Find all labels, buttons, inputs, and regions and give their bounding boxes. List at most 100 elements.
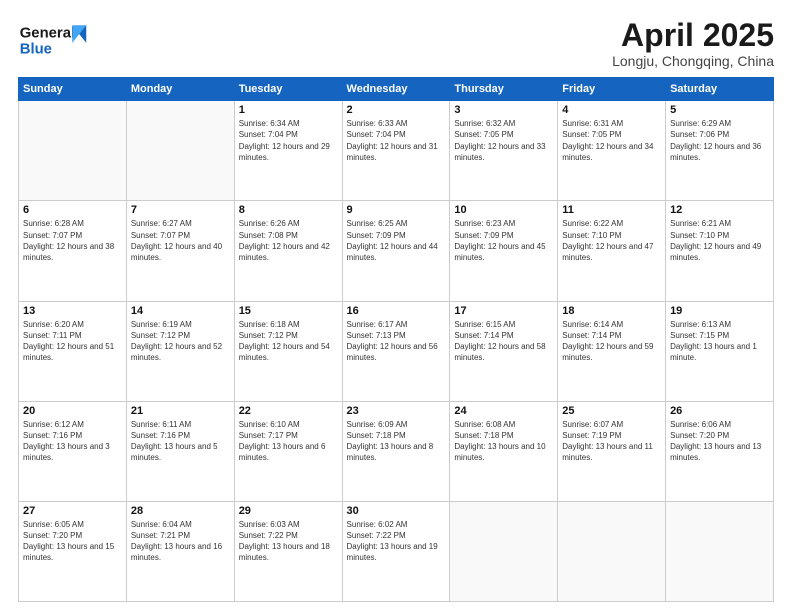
- day-number: 14: [131, 305, 230, 317]
- cell-info: Sunrise: 6:10 AMSunset: 7:17 PMDaylight:…: [239, 419, 338, 464]
- calendar-cell: 24 Sunrise: 6:08 AMSunset: 7:18 PMDayligh…: [450, 401, 558, 501]
- day-number: 2: [347, 104, 446, 116]
- cell-info: Sunrise: 6:26 AMSunset: 7:08 PMDaylight:…: [239, 218, 338, 263]
- calendar-cell: 1 Sunrise: 6:34 AMSunset: 7:04 PMDaylight…: [234, 101, 342, 201]
- cell-info: Sunrise: 6:17 AMSunset: 7:13 PMDaylight:…: [347, 319, 446, 364]
- location: Longju, Chongqing, China: [612, 53, 774, 69]
- svg-text:General: General: [20, 26, 75, 42]
- day-number: 11: [562, 204, 661, 216]
- cell-info: Sunrise: 6:29 AMSunset: 7:06 PMDaylight:…: [670, 118, 769, 163]
- day-number: 12: [670, 204, 769, 216]
- cell-info: Sunrise: 6:13 AMSunset: 7:15 PMDaylight:…: [670, 319, 769, 364]
- day-number: 16: [347, 305, 446, 317]
- day-number: 3: [454, 104, 553, 116]
- cell-info: Sunrise: 6:12 AMSunset: 7:16 PMDaylight:…: [23, 419, 122, 464]
- calendar-cell: 18 Sunrise: 6:14 AMSunset: 7:14 PMDayligh…: [558, 301, 666, 401]
- cell-info: Sunrise: 6:03 AMSunset: 7:22 PMDaylight:…: [239, 519, 338, 564]
- day-number: 7: [131, 204, 230, 216]
- calendar-cell: 21Sunrise: 6:11 AMSunset: 7:16 PMDayligh…: [126, 401, 234, 501]
- calendar-cell: 12Sunrise: 6:21 AMSunset: 7:10 PMDayligh…: [666, 201, 774, 301]
- calendar-week-row: 13 Sunrise: 6:20 AMSunset: 7:11 PMDayligh…: [19, 301, 774, 401]
- calendar-cell: [558, 501, 666, 601]
- calendar-week-row: 20Sunrise: 6:12 AMSunset: 7:16 PMDayligh…: [19, 401, 774, 501]
- cell-info: Sunrise: 6:22 AMSunset: 7:10 PMDaylight:…: [562, 218, 661, 263]
- day-number: 19: [670, 305, 769, 317]
- day-number: 28: [131, 505, 230, 517]
- day-number: 5: [670, 104, 769, 116]
- cell-info: Sunrise: 6:08 AMSunset: 7:18 PMDaylight:…: [454, 419, 553, 464]
- calendar-cell: 11 Sunrise: 6:22 AMSunset: 7:10 PMDayligh…: [558, 201, 666, 301]
- calendar-cell: 7 Sunrise: 6:27 AMSunset: 7:07 PMDaylight…: [126, 201, 234, 301]
- day-of-week-header: Saturday: [666, 78, 774, 101]
- day-number: 21: [131, 405, 230, 417]
- day-number: 15: [239, 305, 338, 317]
- day-number: 4: [562, 104, 661, 116]
- calendar-cell: 8 Sunrise: 6:26 AMSunset: 7:08 PMDaylight…: [234, 201, 342, 301]
- day-number: 6: [23, 204, 122, 216]
- calendar-cell: 30 Sunrise: 6:02 AMSunset: 7:22 PMDayligh…: [342, 501, 450, 601]
- title-block: April 2025 Longju, Chongqing, China: [612, 18, 774, 69]
- day-number: 27: [23, 505, 122, 517]
- logo: General Blue: [18, 18, 88, 58]
- day-of-week-header: Wednesday: [342, 78, 450, 101]
- day-of-week-header: Monday: [126, 78, 234, 101]
- calendar-cell: 29 Sunrise: 6:03 AMSunset: 7:22 PMDayligh…: [234, 501, 342, 601]
- cell-info: Sunrise: 6:19 AMSunset: 7:12 PMDaylight:…: [131, 319, 230, 364]
- day-number: 18: [562, 305, 661, 317]
- svg-text:Blue: Blue: [20, 41, 52, 57]
- day-number: 13: [23, 305, 122, 317]
- cell-info: Sunrise: 6:34 AMSunset: 7:04 PMDaylight:…: [239, 118, 338, 163]
- day-number: 30: [347, 505, 446, 517]
- calendar-cell: 22 Sunrise: 6:10 AMSunset: 7:17 PMDayligh…: [234, 401, 342, 501]
- cell-info: Sunrise: 6:04 AMSunset: 7:21 PMDaylight:…: [131, 519, 230, 564]
- day-number: 8: [239, 204, 338, 216]
- day-number: 1: [239, 104, 338, 116]
- cell-info: Sunrise: 6:18 AMSunset: 7:12 PMDaylight:…: [239, 319, 338, 364]
- day-number: 23: [347, 405, 446, 417]
- day-number: 29: [239, 505, 338, 517]
- header: General Blue April 2025 Longju, Chongqin…: [18, 18, 774, 69]
- day-number: 17: [454, 305, 553, 317]
- cell-info: Sunrise: 6:20 AMSunset: 7:11 PMDaylight:…: [23, 319, 122, 364]
- day-number: 24: [454, 405, 553, 417]
- day-of-week-header: Tuesday: [234, 78, 342, 101]
- calendar-cell: 25Sunrise: 6:07 AMSunset: 7:19 PMDayligh…: [558, 401, 666, 501]
- calendar-cell: 15 Sunrise: 6:18 AMSunset: 7:12 PMDayligh…: [234, 301, 342, 401]
- cell-info: Sunrise: 6:02 AMSunset: 7:22 PMDaylight:…: [347, 519, 446, 564]
- cell-info: Sunrise: 6:15 AMSunset: 7:14 PMDaylight:…: [454, 319, 553, 364]
- calendar-cell: 23Sunrise: 6:09 AMSunset: 7:18 PMDayligh…: [342, 401, 450, 501]
- calendar-week-row: 1 Sunrise: 6:34 AMSunset: 7:04 PMDaylight…: [19, 101, 774, 201]
- calendar-cell: 16 Sunrise: 6:17 AMSunset: 7:13 PMDayligh…: [342, 301, 450, 401]
- cell-info: Sunrise: 6:31 AMSunset: 7:05 PMDaylight:…: [562, 118, 661, 163]
- cell-info: Sunrise: 6:14 AMSunset: 7:14 PMDaylight:…: [562, 319, 661, 364]
- calendar-cell: [19, 101, 127, 201]
- calendar-cell: [126, 101, 234, 201]
- calendar-cell: 9 Sunrise: 6:25 AMSunset: 7:09 PMDaylight…: [342, 201, 450, 301]
- day-of-week-header: Friday: [558, 78, 666, 101]
- calendar-cell: 14 Sunrise: 6:19 AMSunset: 7:12 PMDayligh…: [126, 301, 234, 401]
- calendar-cell: 10Sunrise: 6:23 AMSunset: 7:09 PMDayligh…: [450, 201, 558, 301]
- calendar-cell: 26Sunrise: 6:06 AMSunset: 7:20 PMDayligh…: [666, 401, 774, 501]
- day-number: 10: [454, 204, 553, 216]
- calendar-cell: [450, 501, 558, 601]
- month-title: April 2025: [612, 18, 774, 53]
- calendar-cell: 20Sunrise: 6:12 AMSunset: 7:16 PMDayligh…: [19, 401, 127, 501]
- calendar-week-row: 6 Sunrise: 6:28 AMSunset: 7:07 PMDaylight…: [19, 201, 774, 301]
- calendar-cell: 4 Sunrise: 6:31 AMSunset: 7:05 PMDaylight…: [558, 101, 666, 201]
- cell-info: Sunrise: 6:05 AMSunset: 7:20 PMDaylight:…: [23, 519, 122, 564]
- calendar-cell: 17 Sunrise: 6:15 AMSunset: 7:14 PMDayligh…: [450, 301, 558, 401]
- day-of-week-header: Sunday: [19, 78, 127, 101]
- cell-info: Sunrise: 6:25 AMSunset: 7:09 PMDaylight:…: [347, 218, 446, 263]
- day-number: 9: [347, 204, 446, 216]
- calendar-header-row: SundayMondayTuesdayWednesdayThursdayFrid…: [19, 78, 774, 101]
- day-number: 25: [562, 405, 661, 417]
- calendar-cell: 19 Sunrise: 6:13 AMSunset: 7:15 PMDayligh…: [666, 301, 774, 401]
- calendar-cell: [666, 501, 774, 601]
- cell-info: Sunrise: 6:28 AMSunset: 7:07 PMDaylight:…: [23, 218, 122, 263]
- day-number: 22: [239, 405, 338, 417]
- calendar-cell: 5 Sunrise: 6:29 AMSunset: 7:06 PMDaylight…: [666, 101, 774, 201]
- day-of-week-header: Thursday: [450, 78, 558, 101]
- day-number: 26: [670, 405, 769, 417]
- cell-info: Sunrise: 6:27 AMSunset: 7:07 PMDaylight:…: [131, 218, 230, 263]
- page: General Blue April 2025 Longju, Chongqin…: [0, 0, 792, 612]
